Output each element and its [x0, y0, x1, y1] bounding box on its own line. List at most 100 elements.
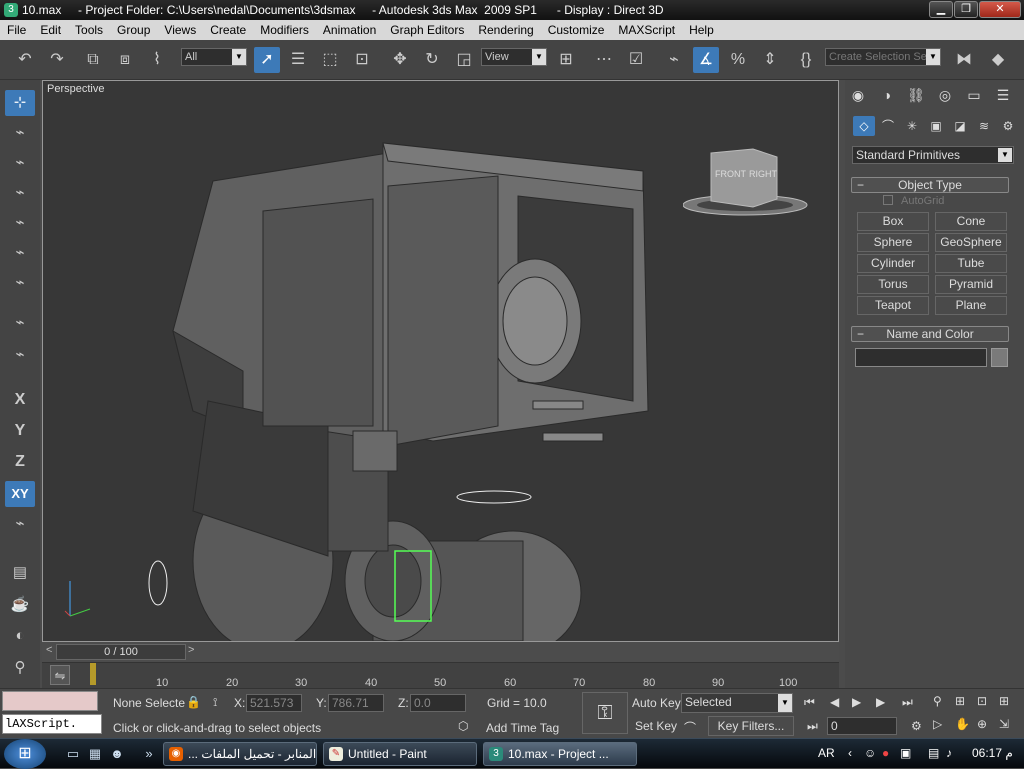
zoom-all-icon[interactable]: ⊞ [955, 694, 965, 708]
axis-y-button[interactable]: Y [5, 418, 35, 444]
cameras-subtab-icon[interactable]: ▣ [925, 116, 947, 136]
menu-modifiers[interactable]: Modifiers [253, 23, 316, 37]
messenger-icon[interactable]: ☻ [108, 745, 126, 763]
shapes-subtab-icon[interactable]: ⌒ [877, 116, 899, 136]
start-button[interactable]: ⊞ [4, 739, 46, 769]
volume-icon[interactable]: ♪ [946, 746, 952, 760]
viewcube[interactable] [683, 145, 813, 225]
axis-z-button[interactable]: Z [5, 449, 35, 475]
display-tab-icon[interactable]: ▭ [961, 84, 987, 106]
teapot-button[interactable]: Teapot [857, 296, 929, 315]
zoom-extents-icon[interactable]: ⊡ [977, 694, 987, 708]
minimize-button[interactable]: ▁ [929, 1, 953, 18]
utilities-tab-icon[interactable]: ☰ [990, 84, 1016, 106]
key-filters-button[interactable]: Key Filters... [708, 716, 794, 736]
maxscript-listener-input[interactable]: lAXScript. [2, 714, 102, 734]
time-tag-icon[interactable]: ⬡ [458, 719, 468, 733]
next-frame-icon[interactable]: ▶ [876, 695, 885, 709]
curve-editor-icon[interactable]: ⇋ [50, 665, 70, 685]
systems-subtab-icon[interactable]: ⚙ [997, 116, 1019, 136]
object-type-rollout-header[interactable]: − Object Type [851, 177, 1009, 193]
align-icon[interactable]: ◆ [985, 47, 1011, 73]
reference-coordinate-dropdown[interactable]: View ▼ [481, 48, 547, 66]
menu-animation[interactable]: Animation [316, 23, 383, 37]
tray-expand-icon[interactable]: ‹ [848, 746, 852, 760]
edit-named-selection-icon[interactable]: {} [793, 47, 819, 73]
close-button[interactable]: ✕ [979, 1, 1021, 18]
menu-tools[interactable]: Tools [68, 23, 110, 37]
key-mode-toggle-icon[interactable]: ⏭ [807, 719, 818, 734]
pyramid-button[interactable]: Pyramid [935, 275, 1007, 294]
menu-views[interactable]: Views [157, 23, 203, 37]
perspective-viewport[interactable]: Perspective FRONT RIGHT [42, 80, 839, 642]
render-setup-icon[interactable]: ⚲ [5, 655, 35, 681]
box-button[interactable]: Box [857, 212, 929, 231]
spacewarps-subtab-icon[interactable]: ≋ [973, 116, 995, 136]
zoom-extents-all-icon[interactable]: ⊞ [999, 694, 1009, 708]
bind-spacewarp-icon[interactable]: ⌇ [144, 47, 170, 73]
rectangular-selection-icon[interactable]: ⬚ [317, 47, 343, 73]
spinner-snap-icon[interactable]: ⇕ [757, 47, 783, 73]
time-slider-thumb[interactable]: 0 / 100 [56, 644, 186, 660]
maximize-viewport-icon[interactable]: ⇲ [999, 717, 1009, 731]
z-coord-field[interactable]: 0.0 [410, 694, 466, 712]
menu-graph-editors[interactable]: Graph Editors [383, 23, 471, 37]
sphere-button[interactable]: Sphere [857, 233, 929, 252]
object-name-input[interactable] [855, 348, 987, 367]
lights-subtab-icon[interactable]: ✳ [901, 116, 923, 136]
tray-antivirus-icon[interactable]: ● [882, 746, 889, 760]
autogrid-checkbox[interactable]: AutoGrid [883, 195, 944, 207]
pan-icon[interactable]: ✋ [955, 717, 970, 731]
zoom-icon[interactable]: ⚲ [933, 694, 942, 708]
show-desktop-icon[interactable]: ▭ [64, 745, 82, 763]
helpers-subtab-icon[interactable]: ◪ [949, 116, 971, 136]
y-coord-field[interactable]: 786.71 [328, 694, 384, 712]
object-color-swatch[interactable] [991, 348, 1008, 367]
mirror-icon[interactable]: ⧓ [951, 47, 977, 73]
auto-key-button[interactable]: Auto Key [632, 696, 681, 710]
teapot-icon[interactable]: ☕ [5, 592, 35, 618]
snaps-toggle-icon[interactable]: ⊹ [5, 90, 35, 116]
hierarchy-tab-icon[interactable]: ⛓ [903, 84, 929, 106]
orbit-icon[interactable]: ⊕ [977, 717, 987, 731]
viewcube-front-label[interactable]: FRONT [715, 169, 746, 179]
time-slider-prev-icon[interactable]: < [46, 644, 52, 656]
selection-filter-dropdown[interactable]: All ▼ [181, 48, 247, 66]
play-icon[interactable]: ▶ [852, 695, 861, 709]
go-to-end-icon[interactable]: ⏭ [902, 695, 913, 710]
key-mode-dropdown[interactable]: Selected ▼ [681, 693, 793, 713]
x-coord-field[interactable]: 521.573 [246, 694, 302, 712]
clock[interactable]: 06:17 م [972, 746, 1013, 760]
category-dropdown[interactable]: Standard Primitives ▼ [852, 146, 1014, 164]
language-indicator[interactable]: AR [818, 746, 835, 760]
snap-midpoint-icon[interactable]: ⌁ [5, 210, 35, 236]
cone-button[interactable]: Cone [935, 212, 1007, 231]
go-to-start-icon[interactable]: ⏮ [804, 695, 815, 710]
select-object-icon[interactable]: ➚ [254, 47, 280, 73]
material-editor-icon[interactable]: ◐ [5, 623, 35, 649]
time-slider-next-icon[interactable]: > [188, 644, 194, 656]
angle-snap-icon[interactable]: ∡ [693, 47, 719, 73]
cylinder-button[interactable]: Cylinder [857, 254, 929, 273]
set-key-icon[interactable]: ⚿ [582, 692, 628, 734]
tray-user-icon[interactable]: ☺ [864, 746, 876, 760]
keyboard-shortcut-override-icon[interactable]: ☑ [623, 47, 649, 73]
snap-edge-icon[interactable]: ⌁ [5, 240, 35, 266]
taskbar-firefox[interactable]: ◉ ... المنابر - تحميل الملفات [163, 742, 317, 766]
geometry-subtab-icon[interactable]: ◇ [853, 116, 875, 136]
snap-face-icon[interactable]: ⌁ [5, 270, 35, 296]
axis-x-button[interactable]: X [5, 387, 35, 413]
menu-maxscript[interactable]: MAXScript [611, 23, 682, 37]
explorer-icon[interactable]: ▦ [86, 745, 104, 763]
select-manipulate-icon[interactable]: ⋯ [591, 47, 617, 73]
undo-icon[interactable]: ↶ [12, 47, 38, 73]
maxscript-listener-output[interactable] [2, 691, 98, 711]
percent-snap-icon[interactable]: % [725, 47, 751, 73]
torus-button[interactable]: Torus [857, 275, 929, 294]
axis-xy-button[interactable]: XY [5, 481, 35, 507]
menu-rendering[interactable]: Rendering [471, 23, 540, 37]
create-tab-icon[interactable]: ◉ [845, 84, 871, 106]
quick-launch-more-icon[interactable]: » [140, 745, 158, 763]
set-key-button[interactable]: Set Key [635, 719, 677, 733]
menu-customize[interactable]: Customize [541, 23, 612, 37]
